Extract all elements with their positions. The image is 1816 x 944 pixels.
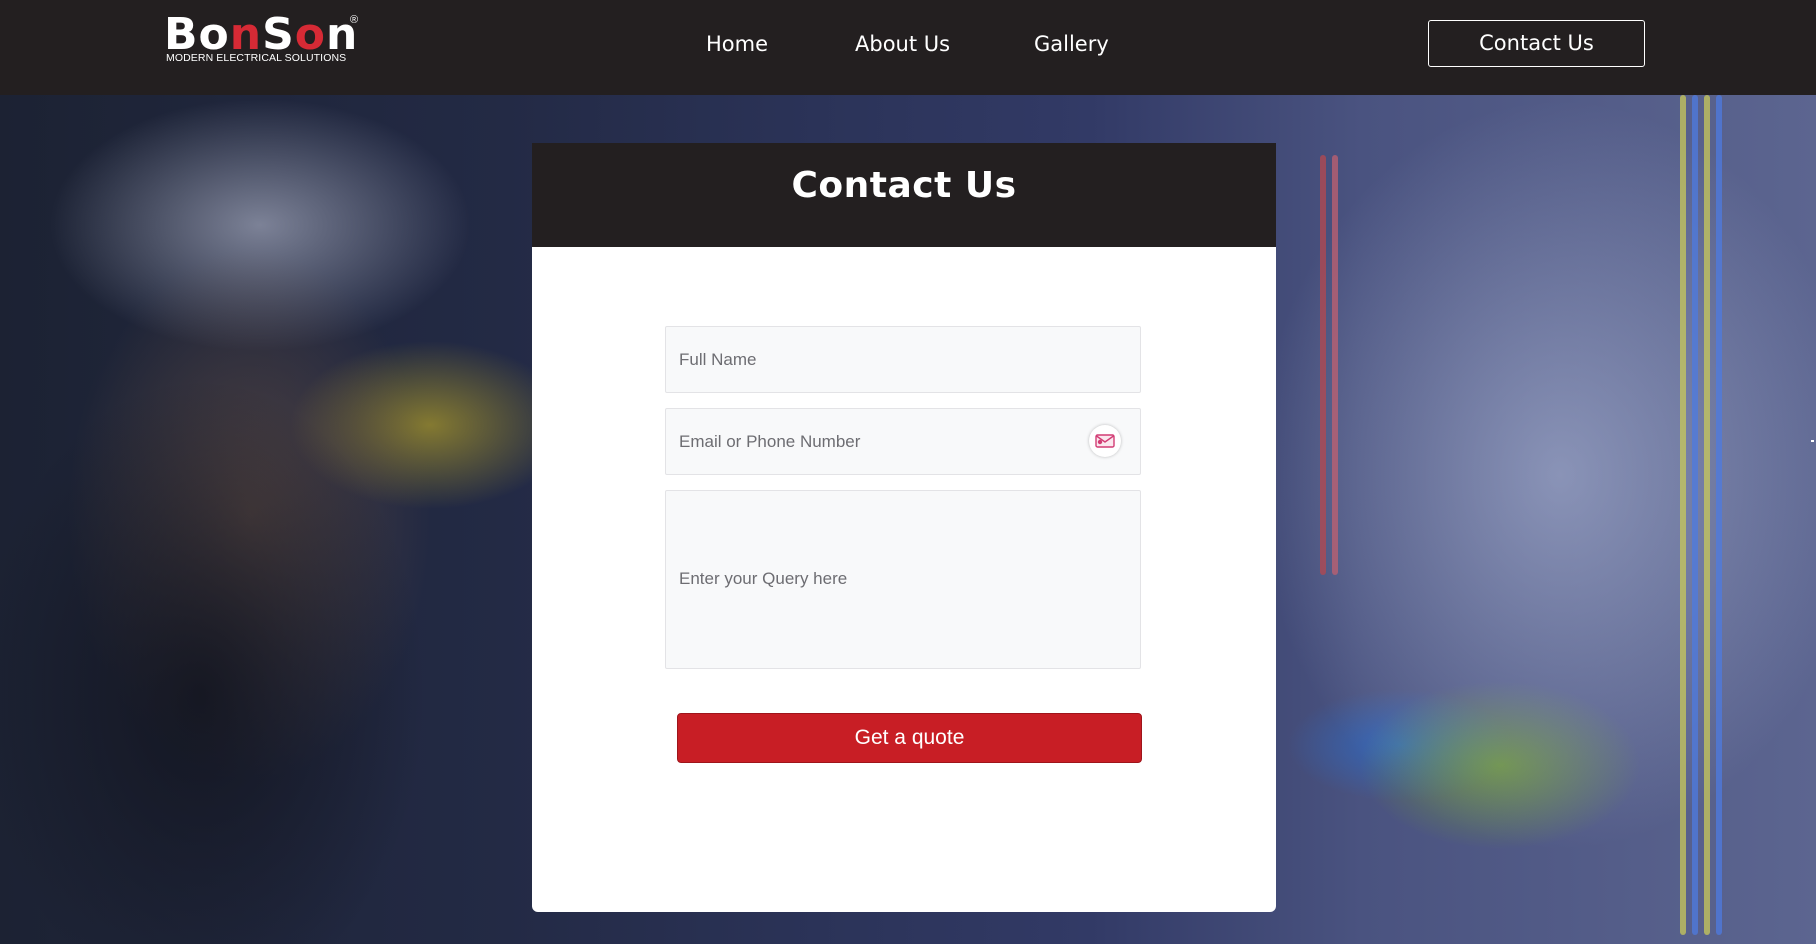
top-navigation-bar: BonSon ® MODERN ELECTRICAL SOLUTIONS Hom…	[0, 0, 1816, 95]
wire	[1680, 95, 1686, 935]
wire	[1320, 155, 1326, 575]
wire	[1704, 95, 1710, 935]
wire	[1716, 95, 1722, 935]
electrician-figure	[0, 275, 540, 944]
contact-us-button[interactable]: Contact Us	[1428, 20, 1645, 67]
logo-registered-mark: ®	[350, 14, 359, 26]
mail-extension-icon[interactable]	[1089, 425, 1121, 457]
contact-form-card: Contact Us Get a quote	[532, 143, 1276, 912]
nav-gallery[interactable]: Gallery	[1034, 0, 1109, 88]
nav-about-us[interactable]: About Us	[855, 0, 950, 88]
logo-tagline: MODERN ELECTRICAL SOLUTIONS	[166, 52, 347, 64]
query-textarea[interactable]	[665, 490, 1141, 669]
get-a-quote-button[interactable]: Get a quote	[677, 713, 1142, 763]
wire	[1332, 155, 1338, 575]
card-header: Contact Us	[532, 143, 1276, 247]
nav-home[interactable]: Home	[706, 0, 768, 88]
wire	[1692, 95, 1698, 935]
email-or-phone-input[interactable]	[665, 408, 1141, 475]
full-name-input[interactable]	[665, 326, 1141, 393]
form-title: Contact Us	[791, 165, 1017, 206]
bonson-logo[interactable]: BonSon ® MODERN ELECTRICAL SOLUTIONS	[164, 9, 374, 70]
scrollbar-indicator[interactable]	[1811, 440, 1814, 442]
